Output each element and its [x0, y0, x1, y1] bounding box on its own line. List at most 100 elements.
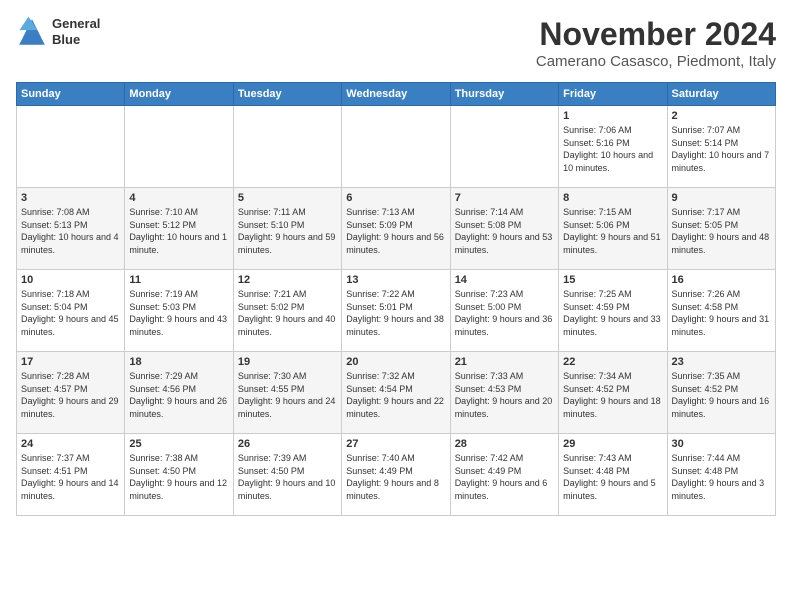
- day-number: 27: [346, 438, 445, 450]
- logo-text: General Blue: [52, 16, 100, 47]
- calendar-cell: 8 Sunrise: 7:15 AM Sunset: 5:06 PM Daylig…: [559, 188, 667, 270]
- day-number: 23: [672, 356, 771, 368]
- day-number: 30: [672, 438, 771, 450]
- day-number: 25: [129, 438, 228, 450]
- day-number: 19: [238, 356, 337, 368]
- calendar-cell: 13Sunrise: 7:22 AM Sunset: 5:01 PM Dayli…: [342, 270, 450, 352]
- calendar-cell: 27Sunrise: 7:40 AM Sunset: 4:49 PM Dayli…: [342, 434, 450, 516]
- month-title: November 2024: [536, 16, 776, 53]
- day-number: 17: [21, 356, 120, 368]
- day-info: Sunrise: 7:11 AM Sunset: 5:10 PM Dayligh…: [238, 206, 337, 256]
- calendar-cell: 25Sunrise: 7:38 AM Sunset: 4:50 PM Dayli…: [125, 434, 233, 516]
- title-area: November 2024 Camerano Casasco, Piedmont…: [536, 16, 776, 70]
- day-info: Sunrise: 7:10 AM Sunset: 5:12 PM Dayligh…: [129, 206, 228, 256]
- day-info: Sunrise: 7:19 AM Sunset: 5:03 PM Dayligh…: [129, 288, 228, 338]
- calendar-cell: 22 Sunrise: 7:34 AM Sunset: 4:52 PM Dayli…: [559, 352, 667, 434]
- day-number: 12: [238, 274, 337, 286]
- calendar-cell: [342, 106, 450, 188]
- day-number: 1: [563, 110, 662, 122]
- weekday-header-monday: Monday: [125, 83, 233, 106]
- calendar-cell: 7Sunrise: 7:14 AM Sunset: 5:08 PM Daylig…: [450, 188, 558, 270]
- calendar-cell: 15 Sunrise: 7:25 AM Sunset: 4:59 PM Dayli…: [559, 270, 667, 352]
- day-number: 3: [21, 192, 120, 204]
- day-info: Sunrise: 7:37 AM Sunset: 4:51 PM Dayligh…: [21, 452, 120, 502]
- day-number: 10: [21, 274, 120, 286]
- logo: General Blue: [16, 16, 100, 48]
- day-number: 18: [129, 356, 228, 368]
- calendar-cell: 30Sunrise: 7:44 AM Sunset: 4:48 PM Dayli…: [667, 434, 775, 516]
- day-info: Sunrise: 7:32 AM Sunset: 4:54 PM Dayligh…: [346, 370, 445, 420]
- calendar-cell: 24 Sunrise: 7:37 AM Sunset: 4:51 PM Dayli…: [17, 434, 125, 516]
- calendar-cell: [17, 106, 125, 188]
- week-row-4: 17 Sunrise: 7:28 AM Sunset: 4:57 PM Dayli…: [17, 352, 776, 434]
- calendar-cell: 21 Sunrise: 7:33 AM Sunset: 4:53 PM Dayli…: [450, 352, 558, 434]
- day-number: 21: [455, 356, 554, 368]
- calendar-cell: 9 Sunrise: 7:17 AM Sunset: 5:05 PM Daylig…: [667, 188, 775, 270]
- calendar-cell: 28 Sunrise: 7:42 AM Sunset: 4:49 PM Dayli…: [450, 434, 558, 516]
- day-number: 26: [238, 438, 337, 450]
- day-info: Sunrise: 7:07 AM Sunset: 5:14 PM Dayligh…: [672, 124, 771, 174]
- day-info: Sunrise: 7:33 AM Sunset: 4:53 PM Dayligh…: [455, 370, 554, 420]
- weekday-header-sunday: Sunday: [17, 83, 125, 106]
- day-number: 16: [672, 274, 771, 286]
- day-info: Sunrise: 7:26 AM Sunset: 4:58 PM Dayligh…: [672, 288, 771, 338]
- weekday-header-thursday: Thursday: [450, 83, 558, 106]
- calendar-cell: 17 Sunrise: 7:28 AM Sunset: 4:57 PM Dayli…: [17, 352, 125, 434]
- day-number: 6: [346, 192, 445, 204]
- day-number: 28: [455, 438, 554, 450]
- calendar-body: 1 Sunrise: 7:06 AM Sunset: 5:16 PM Daylig…: [17, 106, 776, 516]
- calendar-cell: 19 Sunrise: 7:30 AM Sunset: 4:55 PM Dayli…: [233, 352, 341, 434]
- calendar-cell: 29 Sunrise: 7:43 AM Sunset: 4:48 PM Dayli…: [559, 434, 667, 516]
- day-number: 4: [129, 192, 228, 204]
- weekday-header-wednesday: Wednesday: [342, 83, 450, 106]
- day-info: Sunrise: 7:14 AM Sunset: 5:08 PM Dayligh…: [455, 206, 554, 256]
- day-info: Sunrise: 7:34 AM Sunset: 4:52 PM Dayligh…: [563, 370, 662, 420]
- day-info: Sunrise: 7:17 AM Sunset: 5:05 PM Dayligh…: [672, 206, 771, 256]
- day-number: 9: [672, 192, 771, 204]
- week-row-5: 24 Sunrise: 7:37 AM Sunset: 4:51 PM Dayli…: [17, 434, 776, 516]
- week-row-1: 1 Sunrise: 7:06 AM Sunset: 5:16 PM Daylig…: [17, 106, 776, 188]
- calendar-cell: 20 Sunrise: 7:32 AM Sunset: 4:54 PM Dayli…: [342, 352, 450, 434]
- calendar-cell: 5 Sunrise: 7:11 AM Sunset: 5:10 PM Daylig…: [233, 188, 341, 270]
- day-number: 15: [563, 274, 662, 286]
- day-number: 5: [238, 192, 337, 204]
- calendar-cell: [450, 106, 558, 188]
- calendar-table: SundayMondayTuesdayWednesdayThursdayFrid…: [16, 82, 776, 516]
- logo-icon: [16, 16, 48, 48]
- day-info: Sunrise: 7:21 AM Sunset: 5:02 PM Dayligh…: [238, 288, 337, 338]
- calendar-cell: 16 Sunrise: 7:26 AM Sunset: 4:58 PM Dayli…: [667, 270, 775, 352]
- week-row-2: 3 Sunrise: 7:08 AM Sunset: 5:13 PM Daylig…: [17, 188, 776, 270]
- day-info: Sunrise: 7:23 AM Sunset: 5:00 PM Dayligh…: [455, 288, 554, 338]
- day-info: Sunrise: 7:15 AM Sunset: 5:06 PM Dayligh…: [563, 206, 662, 256]
- calendar-cell: 2Sunrise: 7:07 AM Sunset: 5:14 PM Daylig…: [667, 106, 775, 188]
- day-info: Sunrise: 7:30 AM Sunset: 4:55 PM Dayligh…: [238, 370, 337, 420]
- day-info: Sunrise: 7:18 AM Sunset: 5:04 PM Dayligh…: [21, 288, 120, 338]
- day-number: 14: [455, 274, 554, 286]
- calendar-cell: 14 Sunrise: 7:23 AM Sunset: 5:00 PM Dayli…: [450, 270, 558, 352]
- day-info: Sunrise: 7:28 AM Sunset: 4:57 PM Dayligh…: [21, 370, 120, 420]
- calendar-cell: 1 Sunrise: 7:06 AM Sunset: 5:16 PM Daylig…: [559, 106, 667, 188]
- header: General Blue November 2024 Camerano Casa…: [16, 16, 776, 70]
- calendar-cell: 18 Sunrise: 7:29 AM Sunset: 4:56 PM Dayli…: [125, 352, 233, 434]
- day-number: 22: [563, 356, 662, 368]
- day-info: Sunrise: 7:25 AM Sunset: 4:59 PM Dayligh…: [563, 288, 662, 338]
- day-info: Sunrise: 7:35 AM Sunset: 4:52 PM Dayligh…: [672, 370, 771, 420]
- calendar-cell: 4 Sunrise: 7:10 AM Sunset: 5:12 PM Daylig…: [125, 188, 233, 270]
- calendar-cell: [233, 106, 341, 188]
- day-number: 20: [346, 356, 445, 368]
- day-info: Sunrise: 7:06 AM Sunset: 5:16 PM Dayligh…: [563, 124, 662, 174]
- day-info: Sunrise: 7:08 AM Sunset: 5:13 PM Dayligh…: [21, 206, 120, 256]
- calendar-cell: 12 Sunrise: 7:21 AM Sunset: 5:02 PM Dayli…: [233, 270, 341, 352]
- day-info: Sunrise: 7:43 AM Sunset: 4:48 PM Dayligh…: [563, 452, 662, 502]
- weekday-header-saturday: Saturday: [667, 83, 775, 106]
- day-number: 8: [563, 192, 662, 204]
- day-number: 29: [563, 438, 662, 450]
- calendar-cell: 26Sunrise: 7:39 AM Sunset: 4:50 PM Dayli…: [233, 434, 341, 516]
- calendar-cell: 10 Sunrise: 7:18 AM Sunset: 5:04 PM Dayli…: [17, 270, 125, 352]
- day-number: 24: [21, 438, 120, 450]
- day-info: Sunrise: 7:29 AM Sunset: 4:56 PM Dayligh…: [129, 370, 228, 420]
- calendar-cell: 11Sunrise: 7:19 AM Sunset: 5:03 PM Dayli…: [125, 270, 233, 352]
- location-title: Camerano Casasco, Piedmont, Italy: [536, 53, 776, 70]
- day-info: Sunrise: 7:42 AM Sunset: 4:49 PM Dayligh…: [455, 452, 554, 502]
- calendar-cell: 6Sunrise: 7:13 AM Sunset: 5:09 PM Daylig…: [342, 188, 450, 270]
